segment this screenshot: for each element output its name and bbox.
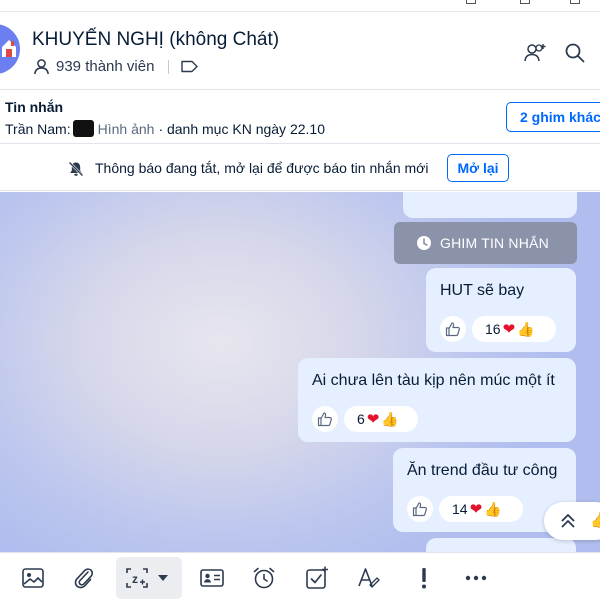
message-text: Ăn trend đầu tư công <box>407 462 558 479</box>
clock-icon <box>417 236 431 250</box>
search-icon[interactable] <box>562 40 588 66</box>
heart-icon: ❤ <box>469 501 483 518</box>
message-bubble[interactable] <box>426 538 576 552</box>
tag-icon[interactable] <box>181 60 199 73</box>
reaction-summary[interactable]: 14 ❤ 👍 <box>439 496 523 522</box>
reaction-summary[interactable]: 6 ❤ 👍 <box>344 406 418 432</box>
member-count[interactable]: 939 thành viên <box>56 58 154 75</box>
text-format-icon[interactable] <box>356 565 382 591</box>
window-button-icon[interactable] <box>466 0 476 4</box>
thumbs-up-icon: 👍 <box>590 512 600 529</box>
message-bubble[interactable]: 10 ❤ 👍 <box>403 192 577 218</box>
contact-card-icon[interactable] <box>199 565 225 591</box>
thumbs-up-outline-icon <box>445 322 460 337</box>
thumbs-up-icon: 👍 <box>484 500 502 517</box>
pinned-messages-label[interactable]: GHIM TIN NHẮN <box>394 222 577 264</box>
like-button[interactable] <box>312 406 338 432</box>
scroll-to-latest-button[interactable]: 👍 <box>544 502 600 540</box>
divider <box>168 59 170 74</box>
redacted-image <box>72 120 94 137</box>
message-bubble[interactable]: Ai chưa lên tàu kịp nên múc một ít 6 ❤ 👍 <box>298 358 576 442</box>
reaction-count: 14 <box>452 501 468 517</box>
notification-text: Thông báo đang tắt, mở lại để được báo t… <box>95 160 429 176</box>
reaction-summary[interactable]: 16 ❤ 👍 <box>472 316 556 342</box>
heart-icon: ❤ <box>502 321 516 338</box>
add-member-icon[interactable] <box>522 40 548 66</box>
message-text: Ai chưa lên tàu kịp nên múc một ít <box>312 372 555 389</box>
double-chevron-up-icon <box>561 514 575 528</box>
like-button[interactable] <box>440 316 466 342</box>
reopen-notifications-button[interactable]: Mở lại <box>447 154 509 182</box>
image-icon[interactable] <box>20 565 46 591</box>
pinned-content-type: Hình ảnh <box>97 120 155 137</box>
more-icon[interactable] <box>463 565 489 591</box>
task-icon[interactable] <box>304 565 330 591</box>
pinned-message-preview[interactable]: Trần Nam: Hình ảnh · danh mục KN ngày 22… <box>5 120 325 137</box>
screenshot-icon[interactable]: z <box>124 565 150 591</box>
reaction-count: 6 <box>357 411 365 427</box>
pinned-message-bar[interactable]: Tin nhắn Trần Nam: Hình ảnh · danh mục K… <box>0 91 600 144</box>
like-button[interactable] <box>407 496 433 522</box>
thumbs-up-outline-icon <box>317 412 332 427</box>
chat-header: KHUYẾN NGHỊ (không Chát) 939 thành viên <box>0 12 600 90</box>
message-bubble[interactable]: HUT sẽ bay 16 ❤ 👍 <box>426 268 576 352</box>
urgent-icon[interactable] <box>411 565 437 591</box>
pinned-section-title: Tin nhắn <box>5 99 64 115</box>
pinned-content-text: · danh mục KN ngày 22.10 <box>158 120 325 137</box>
pinned-sender: Trần Nam: <box>5 120 71 137</box>
thumbs-up-icon: 👍 <box>517 320 535 337</box>
more-pins-button[interactable]: 2 ghim khác <box>506 102 600 132</box>
group-title[interactable]: KHUYẾN NGHỊ (không Chát) <box>32 29 279 51</box>
window-button-icon[interactable] <box>570 0 580 4</box>
chevron-down-icon[interactable] <box>157 574 169 582</box>
thumbs-up-outline-icon <box>412 502 427 517</box>
bell-off-icon <box>68 161 84 177</box>
house-icon <box>2 40 16 57</box>
notification-off-bar: Thông báo đang tắt, mở lại để được báo t… <box>0 145 600 191</box>
heart-icon: ❤ <box>366 411 380 428</box>
reminder-clock-icon[interactable] <box>251 565 277 591</box>
reaction-count: 16 <box>485 321 501 337</box>
attach-icon[interactable] <box>71 565 97 591</box>
thumbs-up-icon: 👍 <box>381 410 399 427</box>
group-avatar[interactable] <box>0 24 20 74</box>
member-icon <box>34 59 49 75</box>
group-subtitle: 939 thành viên <box>33 58 199 75</box>
pinned-label-text: GHIM TIN NHẮN <box>440 235 549 251</box>
message-text: HUT sẽ bay <box>440 282 525 299</box>
svg-text:z: z <box>132 572 138 586</box>
chat-messages-area[interactable]: 10 ❤ 👍 GHIM TIN NHẮN HUT sẽ bay 16 ❤ 👍 A… <box>0 192 600 552</box>
window-top-strip <box>0 0 600 12</box>
window-button-icon[interactable] <box>520 0 530 4</box>
composer-toolbar: z <box>0 552 600 600</box>
